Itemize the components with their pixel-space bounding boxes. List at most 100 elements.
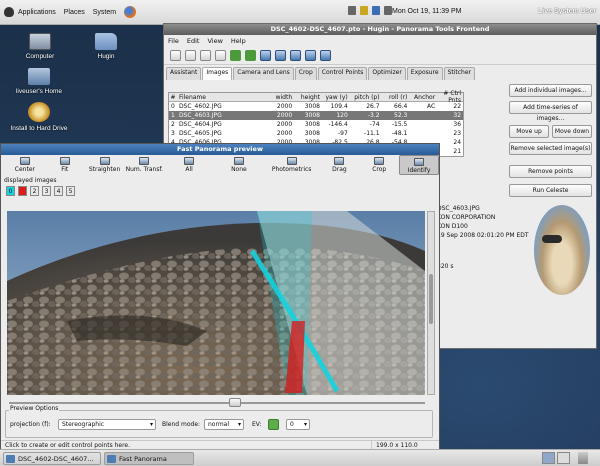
fov-slider-track[interactable]: [9, 402, 425, 404]
tool-drag[interactable]: Drag: [320, 155, 360, 173]
gl-preview-icon[interactable]: [305, 50, 316, 61]
open-project-icon[interactable]: [185, 50, 196, 61]
desktop-icon-hugin[interactable]: Hugin: [86, 33, 126, 60]
table-row[interactable]: 2 DSC_4604.JPG 2000 3008 -146.4 -74 -15.5 36: [169, 120, 463, 129]
ev-input[interactable]: 0 ▾: [286, 419, 310, 430]
workspace-2[interactable]: [557, 452, 570, 464]
tab-optimizer[interactable]: Optimizer: [368, 67, 406, 80]
tab-control-points[interactable]: Control Points: [317, 67, 368, 80]
tool-crop[interactable]: Crop: [359, 155, 399, 173]
update-alert-icon[interactable]: [360, 6, 368, 15]
table-row[interactable]: 3 DSC_4605.JPG 2000 3008 -97 -11.1 -48.1 23: [169, 129, 463, 138]
ev-value: 0: [290, 421, 294, 428]
tool-fit[interactable]: Fit: [45, 155, 85, 173]
image-toggle-0[interactable]: 0: [6, 186, 15, 196]
preview-window-title: Fast Panorama preview: [177, 145, 263, 153]
add-individual-images-button[interactable]: Add individual images...: [509, 84, 592, 97]
image-toggle-3[interactable]: 3: [42, 186, 51, 196]
keyboard-icon[interactable]: [348, 6, 356, 15]
remove-points-button[interactable]: Remove points: [509, 165, 592, 178]
col-index[interactable]: #: [169, 94, 177, 101]
tool-center[interactable]: Center: [5, 155, 45, 173]
clock[interactable]: Mon Oct 19, 11:39 PM: [392, 8, 462, 15]
tool-num-transf[interactable]: Num. Transf.: [124, 155, 164, 173]
fov-slider-handle[interactable]: [229, 398, 241, 407]
image-toggle-5[interactable]: 5: [66, 186, 75, 196]
hugin-title-bar[interactable]: DSC_4602-DSC_4607.pto - Hugin - Panorama…: [164, 24, 596, 35]
network-icon[interactable]: [372, 6, 380, 15]
table-cell: DSC_4603.JPG: [178, 112, 222, 119]
menu-file[interactable]: File: [168, 37, 179, 45]
col-height[interactable]: height: [292, 94, 320, 101]
trash-icon[interactable]: [578, 452, 588, 464]
fast-preview-icon[interactable]: [290, 50, 301, 61]
col-pitch[interactable]: pitch (p): [348, 94, 379, 101]
tool-all[interactable]: All: [164, 155, 214, 173]
col-ctrl-pnts[interactable]: # Ctrl Pnts: [435, 90, 463, 104]
new-project-icon[interactable]: [170, 50, 181, 61]
taskbar-item-hugin[interactable]: DSC_4602-DSC_4607...: [3, 451, 101, 465]
col-anchor[interactable]: Anchor: [407, 94, 435, 101]
menu-view[interactable]: View: [207, 37, 222, 45]
tab-stitcher[interactable]: Stitcher: [443, 67, 476, 80]
tab-exposure[interactable]: Exposure: [406, 67, 443, 80]
status-message: Click to create or edit control points h…: [5, 442, 131, 449]
move-down-button[interactable]: Move down: [552, 125, 592, 138]
blend-mode-select[interactable]: normal ▾: [204, 419, 244, 430]
volume-icon[interactable]: [384, 6, 392, 15]
move-up-button[interactable]: Move up: [509, 125, 549, 138]
scrollbar-thumb[interactable]: [429, 274, 433, 324]
table-cell: 2000: [276, 121, 293, 128]
save-project-icon[interactable]: [200, 50, 211, 61]
undo-icon[interactable]: [230, 50, 241, 61]
preview-title-bar[interactable]: Fast Panorama preview: [1, 144, 439, 155]
col-width[interactable]: width: [270, 94, 293, 101]
panorama-preview-canvas[interactable]: [7, 211, 425, 395]
col-yaw[interactable]: yaw (y): [320, 94, 348, 101]
preview-icon[interactable]: [275, 50, 286, 61]
col-roll[interactable]: roll (r): [380, 94, 407, 101]
tool-identify[interactable]: Identify: [399, 155, 439, 175]
tool-straighten[interactable]: Straighten: [85, 155, 125, 173]
preview-vertical-scrollbar[interactable]: [427, 211, 435, 395]
desktop-icon-computer[interactable]: Computer: [18, 33, 62, 60]
save-as-icon[interactable]: [215, 50, 226, 61]
menu-edit[interactable]: Edit: [187, 37, 200, 45]
table-cell: 3008: [304, 103, 320, 110]
chevron-down-icon: ▾: [303, 421, 307, 428]
image-toggle-1[interactable]: 1: [18, 186, 27, 196]
desktop-icon-install[interactable]: Install to Hard Drive: [6, 102, 72, 132]
session-user[interactable]: Live System User: [538, 8, 596, 15]
tab-camera-and-lens[interactable]: Camera and Lens: [233, 67, 294, 80]
projection-label: projection (f):: [10, 421, 51, 428]
tab-assistant[interactable]: Assistant: [166, 67, 202, 80]
desktop-icon-home[interactable]: liveuser's Home: [8, 68, 70, 95]
remove-selected-images-button[interactable]: Remove selected image(s): [509, 142, 592, 155]
table-cell: AC: [426, 103, 436, 110]
stitch-icon[interactable]: [320, 50, 331, 61]
info-date: 19 Sep 2008 02:01:20 PM EDT: [437, 232, 529, 239]
image-toggle-4[interactable]: 4: [54, 186, 63, 196]
menu-help[interactable]: Help: [231, 37, 246, 45]
firefox-launcher-icon[interactable]: [124, 6, 137, 18]
run-celeste-button[interactable]: Run Celeste: [509, 184, 592, 197]
workspace-1[interactable]: [542, 452, 555, 464]
places-menu[interactable]: Places: [64, 9, 85, 16]
system-menu[interactable]: System: [93, 9, 116, 16]
redo-icon[interactable]: [245, 50, 256, 61]
image-toggle-2[interactable]: 2: [30, 186, 39, 196]
projection-select[interactable]: Stereographic ▾: [58, 419, 156, 430]
tool-photometrics[interactable]: Photometrics: [264, 155, 320, 173]
applications-menu[interactable]: Applications: [18, 9, 56, 16]
col-filename[interactable]: Filename: [177, 94, 270, 101]
table-row[interactable]: 0 DSC_4602.JPG 2000 3008 109.4 26.7 66.4 AC 22: [169, 102, 463, 111]
tool-none[interactable]: None: [214, 155, 264, 173]
tab-crop[interactable]: Crop: [294, 67, 317, 80]
tab-images[interactable]: Images: [202, 67, 233, 80]
optimize-icon[interactable]: [260, 50, 271, 61]
home-folder-icon: [28, 68, 50, 85]
table-row[interactable]: 1 DSC_4603.JPG 2000 3008 120 -3.2 52.3 32: [169, 111, 463, 120]
add-time-series-button[interactable]: Add time-series of images...: [509, 101, 592, 122]
taskbar-item-fast-preview[interactable]: Fast Panorama preview: [104, 451, 194, 465]
ev-apply-icon[interactable]: [268, 419, 279, 430]
